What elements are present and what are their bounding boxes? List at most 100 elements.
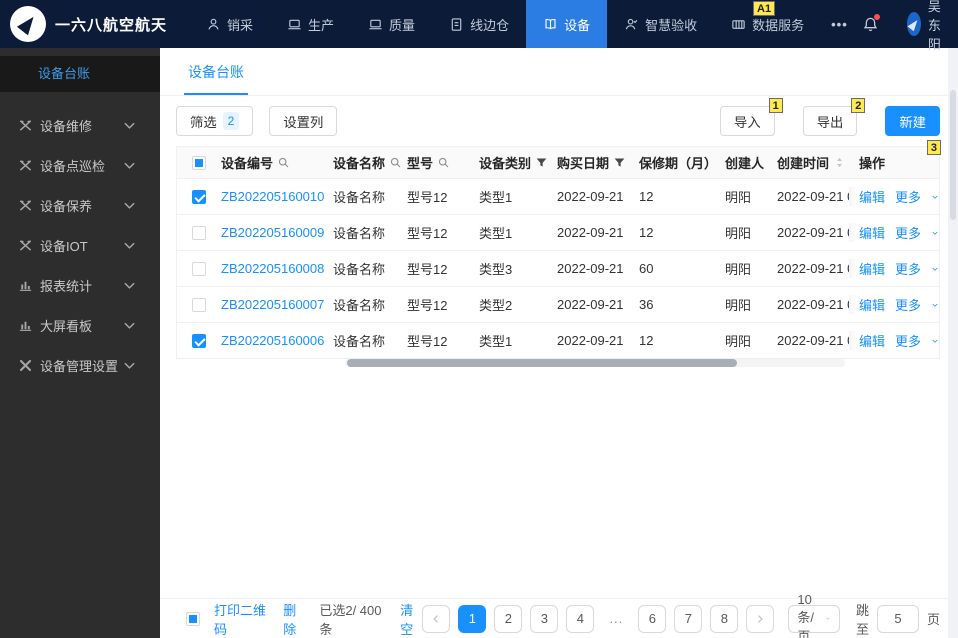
nav-item-line-warehouse[interactable]: 线边仓 [432, 0, 526, 48]
user-menu[interactable]: 吴东阳 [906, 0, 951, 53]
nav-item-quality[interactable]: 质量 [351, 0, 432, 48]
buy-date: 2022-09-21 [557, 333, 624, 348]
page-ellipsis[interactable]: ... [602, 604, 631, 633]
equipment-code-link[interactable]: ZB202205160009 [221, 225, 324, 240]
chevron-down-icon[interactable] [931, 264, 939, 274]
search-icon[interactable] [437, 156, 450, 169]
page-button-8[interactable]: 8 [710, 604, 739, 633]
sidebar-item-report-statistics[interactable]: 报表统计 [0, 265, 160, 305]
import-button[interactable]: 导入 1 [720, 98, 783, 136]
prev-page-button[interactable] [422, 604, 451, 633]
scrollbar-thumb[interactable] [950, 90, 956, 220]
search-icon[interactable] [277, 156, 290, 169]
more-link[interactable]: 更多 [895, 331, 921, 350]
more-link[interactable]: 更多 [895, 187, 921, 206]
table-header-row: 设备编号 设备名称 型号 设备类别 购买日期 保修期（月） 创建人 创建时间 操… [177, 147, 939, 179]
table-row: ZB202205160007 设备名称 型号12 类型2 2022-09-21 … [177, 287, 939, 323]
more-menu-icon[interactable]: ••• [821, 17, 858, 32]
equipment-model: 型号12 [407, 190, 448, 205]
more-link[interactable]: 更多 [895, 259, 921, 278]
edit-link[interactable]: 编辑 [859, 295, 885, 314]
delete-link[interactable]: 删除 [283, 600, 305, 638]
row-checkbox[interactable] [192, 189, 206, 204]
scrollbar-track[interactable] [345, 359, 845, 367]
sidebar-item-dashboard[interactable]: 大屏看板 [0, 305, 160, 345]
chevron-down-icon[interactable] [931, 336, 939, 346]
footer-select-all-checkbox[interactable] [186, 611, 200, 626]
page-size-value: 10条/页 [797, 592, 814, 638]
filter-button[interactable]: 筛选 2 [176, 106, 254, 136]
select-all-checkbox[interactable] [192, 155, 206, 170]
equipment-code-link[interactable]: ZB202205160008 [221, 261, 324, 276]
filter-icon[interactable] [535, 156, 548, 169]
page-button-3[interactable]: 3 [530, 604, 559, 633]
nav-item-smart-acceptance[interactable]: 智慧验收 [607, 0, 714, 48]
column-header-category: 设备类别 [479, 156, 532, 171]
print-qrcode-link[interactable]: 打印二维码 [214, 600, 269, 638]
page-button-6[interactable]: 6 [638, 604, 667, 633]
edit-link[interactable]: 编辑 [859, 259, 885, 278]
created-time: 2022-09-21 0 [777, 297, 849, 312]
page-button-1[interactable]: 1 [458, 604, 487, 633]
page-button-2[interactable]: 2 [494, 604, 523, 633]
page-size-select[interactable]: 10条/页 [788, 592, 840, 638]
row-checkbox[interactable] [192, 333, 206, 348]
more-link[interactable]: 更多 [895, 223, 921, 242]
sidebar-item-equipment-repair[interactable]: 设备维修 [0, 105, 160, 145]
equipment-model: 型号12 [407, 334, 448, 349]
create-label: 新建 [899, 114, 926, 130]
chevron-left-icon [433, 614, 439, 623]
chevron-down-icon[interactable] [931, 192, 939, 202]
buy-date: 2022-09-21 [557, 225, 624, 240]
row-checkbox[interactable] [192, 225, 206, 240]
sidebar-item-label: 设备保养 [40, 198, 93, 214]
notification-bell[interactable] [862, 13, 880, 33]
sidebar-item-equipment-ledger[interactable]: 设备台账 [0, 56, 160, 92]
chart-icon [19, 321, 32, 331]
sidebar-item-equipment-inspection[interactable]: 设备点巡检 [0, 145, 160, 185]
equipment-code-link[interactable]: ZB202205160010 [221, 189, 324, 204]
export-button[interactable]: 导出 2 [802, 98, 866, 136]
row-checkbox[interactable] [192, 261, 206, 276]
warranty-months: 12 [639, 225, 654, 240]
book-icon [545, 18, 556, 29]
row-checkbox[interactable] [192, 297, 206, 312]
edit-link[interactable]: 编辑 [859, 187, 885, 206]
filter-count-badge: 2 [222, 112, 240, 130]
equipment-code-link[interactable]: ZB202205160007 [221, 297, 324, 312]
avatar [906, 12, 921, 36]
nav-item-sales[interactable]: 销采 [189, 0, 270, 48]
nav-item-production[interactable]: 生产 [270, 0, 351, 48]
create-button[interactable]: 新建 3 [885, 106, 941, 155]
sidebar-item-equipment-iot[interactable]: 设备IOT [0, 225, 160, 265]
sort-icon[interactable] [833, 156, 846, 169]
equipment-code-link[interactable]: ZB202205160006 [221, 333, 324, 348]
chevron-down-icon[interactable] [931, 300, 939, 310]
nav-item-equipment[interactable]: 设备 [526, 0, 608, 48]
page-button-4[interactable]: 4 [566, 604, 595, 633]
equipment-name: 设备名称 [333, 298, 386, 313]
chevron-down-icon[interactable] [931, 228, 939, 238]
chevron-down-icon [124, 362, 135, 369]
tab-equipment-ledger[interactable]: 设备台账 [184, 48, 248, 95]
page-button-7[interactable]: 7 [674, 604, 703, 633]
equipment-category: 类型1 [479, 334, 513, 349]
more-link[interactable]: 更多 [895, 295, 921, 314]
search-icon[interactable] [389, 156, 402, 169]
filter-icon[interactable] [613, 156, 626, 169]
set-columns-button[interactable]: 设置列 [269, 106, 338, 136]
table-row: ZB202205160006 设备名称 型号12 类型1 2022-09-21 … [177, 323, 939, 359]
chevron-down-icon [124, 322, 135, 329]
creator: 明阳 [725, 298, 752, 313]
clear-selection-link[interactable]: 清空 [400, 600, 422, 638]
next-page-button[interactable] [746, 604, 775, 633]
vertical-scrollbar[interactable] [948, 48, 958, 638]
edit-link[interactable]: 编辑 [859, 331, 885, 350]
sidebar-item-equipment-settings[interactable]: 设备管理设置 [0, 345, 160, 385]
edit-link[interactable]: 编辑 [859, 223, 885, 242]
sidebar-item-equipment-upkeep[interactable]: 设备保养 [0, 185, 160, 225]
column-header-created: 创建时间 [777, 156, 830, 171]
equipment-name: 设备名称 [333, 262, 386, 277]
jump-page-input[interactable] [876, 604, 919, 633]
scrollbar-thumb[interactable] [347, 359, 737, 367]
